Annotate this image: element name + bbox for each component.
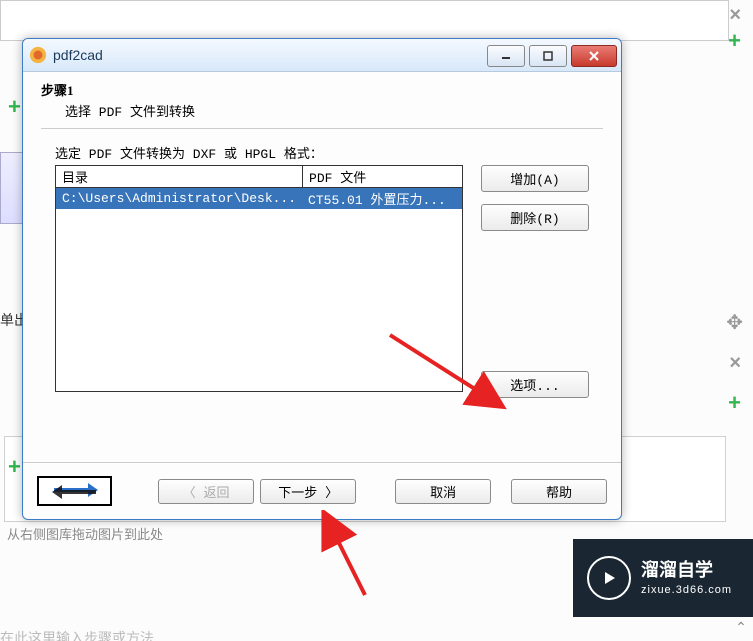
file-list-table[interactable]: 目录 PDF 文件 C:\Users\Administrator\Desk...… xyxy=(55,165,463,392)
plus-icon[interactable]: + xyxy=(8,94,21,120)
next-button[interactable]: 下一步 〉 xyxy=(260,479,356,504)
titlebar[interactable]: pdf2cad xyxy=(23,39,621,72)
plus-icon[interactable]: + xyxy=(8,454,21,480)
close-icon[interactable]: × xyxy=(729,352,741,375)
plus-icon[interactable]: + xyxy=(728,390,741,416)
col-directory: 目录 xyxy=(56,166,302,188)
window-title: pdf2cad xyxy=(53,47,487,63)
cell-file: CT55.01 外置压力... xyxy=(302,188,462,209)
scroll-top-icon[interactable]: ⌃ xyxy=(731,619,751,639)
step-title: 步骤1 xyxy=(41,80,603,99)
close-icon xyxy=(588,50,600,62)
table-header-row: 目录 PDF 文件 xyxy=(56,166,462,188)
close-button[interactable] xyxy=(571,45,617,67)
dropzone-hint: 从右侧图库拖动图片到此处 xyxy=(7,524,163,543)
watermark-logo: 溜溜自学 zixue.3d66.com xyxy=(573,539,753,617)
add-button[interactable]: 增加(A) xyxy=(481,165,589,192)
step-description: 选择 PDF 文件到转换 xyxy=(65,101,603,120)
maximize-icon xyxy=(543,51,553,61)
cell-directory: C:\Users\Administrator\Desk... xyxy=(56,188,302,209)
remove-button[interactable]: 删除(R) xyxy=(481,204,589,231)
instruction-text: 选定 PDF 文件转换为 DXF 或 HPGL 格式： xyxy=(55,143,603,162)
play-icon xyxy=(587,556,631,600)
move-icon[interactable]: ✥ xyxy=(726,310,743,335)
plus-icon[interactable]: + xyxy=(728,28,741,54)
table-empty-area xyxy=(56,209,462,391)
bottom-hint: 在此这里输入步骤或方法 xyxy=(0,628,154,641)
help-button[interactable]: 帮助 xyxy=(511,479,607,504)
swap-arrows-icon xyxy=(50,481,100,501)
app-icon xyxy=(29,46,47,64)
maximize-button[interactable] xyxy=(529,45,567,67)
close-icon[interactable]: × xyxy=(729,4,741,27)
minimize-button[interactable] xyxy=(487,45,525,67)
back-button: 〈 返回 xyxy=(158,479,254,504)
side-button-column: 增加(A) 删除(R) 选项... xyxy=(481,165,589,398)
watermark-cn: 溜溜自学 xyxy=(641,559,732,582)
vendor-logo xyxy=(37,476,112,506)
minimize-icon xyxy=(501,51,511,61)
cancel-button[interactable]: 取消 xyxy=(395,479,491,504)
table-row[interactable]: C:\Users\Administrator\Desk... CT55.01 外… xyxy=(56,188,462,209)
watermark-en: zixue.3d66.com xyxy=(641,583,732,597)
button-bar: 〈 返回 下一步 〉 取消 帮助 xyxy=(23,462,621,519)
dialog-body: 步骤1 选择 PDF 文件到转换 选定 PDF 文件转换为 DXF 或 HPGL… xyxy=(23,72,621,398)
divider xyxy=(41,128,603,129)
options-button[interactable]: 选项... xyxy=(481,371,589,398)
pdf2cad-dialog: pdf2cad 步骤1 选择 PDF 文件到转换 选定 PDF 文件转换为 DX… xyxy=(22,38,622,520)
col-pdf-file: PDF 文件 xyxy=(302,166,462,188)
top-card xyxy=(0,0,729,41)
